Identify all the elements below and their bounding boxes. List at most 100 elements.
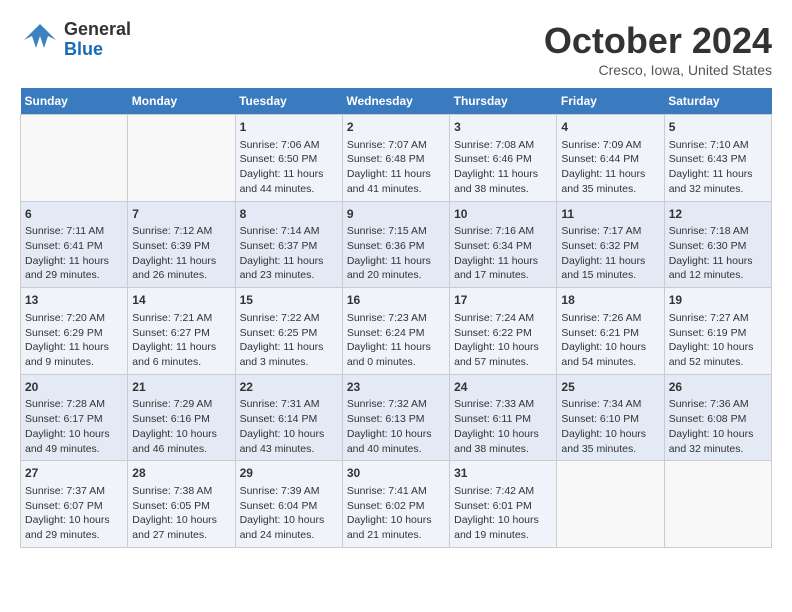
day-info: Sunrise: 7:34 AM Sunset: 6:10 PM Dayligh… <box>561 397 659 456</box>
title-block: October 2024 Cresco, Iowa, United States <box>544 20 772 78</box>
day-info: Sunrise: 7:28 AM Sunset: 6:17 PM Dayligh… <box>25 397 123 456</box>
day-number: 22 <box>240 379 338 396</box>
day-info: Sunrise: 7:17 AM Sunset: 6:32 PM Dayligh… <box>561 224 659 283</box>
day-number: 29 <box>240 465 338 482</box>
day-number: 13 <box>25 292 123 309</box>
day-number: 12 <box>669 206 767 223</box>
day-info: Sunrise: 7:09 AM Sunset: 6:44 PM Dayligh… <box>561 138 659 197</box>
calendar-day-empty <box>128 115 235 202</box>
day-info: Sunrise: 7:12 AM Sunset: 6:39 PM Dayligh… <box>132 224 230 283</box>
day-info: Sunrise: 7:37 AM Sunset: 6:07 PM Dayligh… <box>25 484 123 543</box>
day-number: 2 <box>347 119 445 136</box>
calendar-day-17: 17 Sunrise: 7:24 AM Sunset: 6:22 PM Dayli… <box>450 288 557 375</box>
day-number: 7 <box>132 206 230 223</box>
day-info: Sunrise: 7:36 AM Sunset: 6:08 PM Dayligh… <box>669 397 767 456</box>
day-info: Sunrise: 7:24 AM Sunset: 6:22 PM Dayligh… <box>454 311 552 370</box>
day-number: 1 <box>240 119 338 136</box>
calendar-day-3: 3 Sunrise: 7:08 AM Sunset: 6:46 PM Daylig… <box>450 115 557 202</box>
day-number: 14 <box>132 292 230 309</box>
calendar-day-26: 26Sunrise: 7:36 AM Sunset: 6:08 PM Dayli… <box>664 374 771 461</box>
calendar-day-11: 11Sunrise: 7:17 AM Sunset: 6:32 PM Dayli… <box>557 201 664 288</box>
day-number: 19 <box>669 292 767 309</box>
calendar-day-1: 1 Sunrise: 7:06 AM Sunset: 6:50 PM Daylig… <box>235 115 342 202</box>
day-number: 3 <box>454 119 552 136</box>
calendar-day-7: 7Sunrise: 7:12 AM Sunset: 6:39 PM Daylig… <box>128 201 235 288</box>
day-info: Sunrise: 7:39 AM Sunset: 6:04 PM Dayligh… <box>240 484 338 543</box>
day-number: 10 <box>454 206 552 223</box>
calendar-day-15: 15 Sunrise: 7:22 AM Sunset: 6:25 PM Dayli… <box>235 288 342 375</box>
day-number: 15 <box>240 292 338 309</box>
day-number: 26 <box>669 379 767 396</box>
day-info: Sunrise: 7:10 AM Sunset: 6:43 PM Dayligh… <box>669 138 767 197</box>
calendar-table: SundayMondayTuesdayWednesdayThursdayFrid… <box>20 88 772 548</box>
logo-bird-icon <box>20 20 60 60</box>
calendar-day-29: 29 Sunrise: 7:39 AM Sunset: 6:04 PM Dayli… <box>235 461 342 548</box>
calendar-week-row: 6Sunrise: 7:11 AM Sunset: 6:41 PM Daylig… <box>21 201 772 288</box>
calendar-day-10: 10Sunrise: 7:16 AM Sunset: 6:34 PM Dayli… <box>450 201 557 288</box>
logo-blue: Blue <box>64 40 131 60</box>
day-number: 21 <box>132 379 230 396</box>
day-info: Sunrise: 7:07 AM Sunset: 6:48 PM Dayligh… <box>347 138 445 197</box>
day-number: 27 <box>25 465 123 482</box>
day-info: Sunrise: 7:42 AM Sunset: 6:01 PM Dayligh… <box>454 484 552 543</box>
calendar-day-31: 31Sunrise: 7:42 AM Sunset: 6:01 PM Dayli… <box>450 461 557 548</box>
calendar-day-5: 5Sunrise: 7:10 AM Sunset: 6:43 PM Daylig… <box>664 115 771 202</box>
day-number: 30 <box>347 465 445 482</box>
calendar-day-12: 12Sunrise: 7:18 AM Sunset: 6:30 PM Dayli… <box>664 201 771 288</box>
day-number: 6 <box>25 206 123 223</box>
day-info: Sunrise: 7:18 AM Sunset: 6:30 PM Dayligh… <box>669 224 767 283</box>
calendar-day-23: 23Sunrise: 7:32 AM Sunset: 6:13 PM Dayli… <box>342 374 449 461</box>
logo: General Blue <box>20 20 131 60</box>
day-number: 11 <box>561 206 659 223</box>
calendar-day-14: 14Sunrise: 7:21 AM Sunset: 6:27 PM Dayli… <box>128 288 235 375</box>
day-info: Sunrise: 7:22 AM Sunset: 6:25 PM Dayligh… <box>240 311 338 370</box>
day-header-tuesday: Tuesday <box>235 88 342 115</box>
calendar-day-25: 25Sunrise: 7:34 AM Sunset: 6:10 PM Dayli… <box>557 374 664 461</box>
calendar-day-empty <box>664 461 771 548</box>
day-info: Sunrise: 7:23 AM Sunset: 6:24 PM Dayligh… <box>347 311 445 370</box>
calendar-day-30: 30Sunrise: 7:41 AM Sunset: 6:02 PM Dayli… <box>342 461 449 548</box>
logo-general: General <box>64 20 131 40</box>
day-info: Sunrise: 7:27 AM Sunset: 6:19 PM Dayligh… <box>669 311 767 370</box>
calendar-day-13: 13Sunrise: 7:20 AM Sunset: 6:29 PM Dayli… <box>21 288 128 375</box>
day-header-wednesday: Wednesday <box>342 88 449 115</box>
day-number: 4 <box>561 119 659 136</box>
day-info: Sunrise: 7:14 AM Sunset: 6:37 PM Dayligh… <box>240 224 338 283</box>
calendar-week-row: 27 Sunrise: 7:37 AM Sunset: 6:07 PM Dayli… <box>21 461 772 548</box>
day-number: 18 <box>561 292 659 309</box>
calendar-day-empty <box>557 461 664 548</box>
day-number: 9 <box>347 206 445 223</box>
day-number: 20 <box>25 379 123 396</box>
day-number: 24 <box>454 379 552 396</box>
calendar-day-27: 27 Sunrise: 7:37 AM Sunset: 6:07 PM Dayli… <box>21 461 128 548</box>
page-header: General Blue October 2024 Cresco, Iowa, … <box>20 20 772 78</box>
day-info: Sunrise: 7:29 AM Sunset: 6:16 PM Dayligh… <box>132 397 230 456</box>
calendar-day-8: 8Sunrise: 7:14 AM Sunset: 6:37 PM Daylig… <box>235 201 342 288</box>
calendar-day-4: 4 Sunrise: 7:09 AM Sunset: 6:44 PM Daylig… <box>557 115 664 202</box>
calendar-header-row: SundayMondayTuesdayWednesdayThursdayFrid… <box>21 88 772 115</box>
calendar-week-row: 13Sunrise: 7:20 AM Sunset: 6:29 PM Dayli… <box>21 288 772 375</box>
day-info: Sunrise: 7:32 AM Sunset: 6:13 PM Dayligh… <box>347 397 445 456</box>
calendar-day-empty <box>21 115 128 202</box>
day-info: Sunrise: 7:06 AM Sunset: 6:50 PM Dayligh… <box>240 138 338 197</box>
day-number: 16 <box>347 292 445 309</box>
calendar-day-16: 16 Sunrise: 7:23 AM Sunset: 6:24 PM Dayli… <box>342 288 449 375</box>
calendar-day-24: 24Sunrise: 7:33 AM Sunset: 6:11 PM Dayli… <box>450 374 557 461</box>
day-header-monday: Monday <box>128 88 235 115</box>
day-number: 28 <box>132 465 230 482</box>
calendar-week-row: 20Sunrise: 7:28 AM Sunset: 6:17 PM Dayli… <box>21 374 772 461</box>
day-number: 23 <box>347 379 445 396</box>
day-header-sunday: Sunday <box>21 88 128 115</box>
calendar-day-9: 9Sunrise: 7:15 AM Sunset: 6:36 PM Daylig… <box>342 201 449 288</box>
day-info: Sunrise: 7:33 AM Sunset: 6:11 PM Dayligh… <box>454 397 552 456</box>
day-info: Sunrise: 7:38 AM Sunset: 6:05 PM Dayligh… <box>132 484 230 543</box>
calendar-day-22: 22Sunrise: 7:31 AM Sunset: 6:14 PM Dayli… <box>235 374 342 461</box>
calendar-day-21: 21Sunrise: 7:29 AM Sunset: 6:16 PM Dayli… <box>128 374 235 461</box>
calendar-day-28: 28 Sunrise: 7:38 AM Sunset: 6:05 PM Dayli… <box>128 461 235 548</box>
logo-text: General Blue <box>64 20 131 60</box>
main-title: October 2024 <box>544 20 772 62</box>
subtitle: Cresco, Iowa, United States <box>544 62 772 78</box>
day-info: Sunrise: 7:08 AM Sunset: 6:46 PM Dayligh… <box>454 138 552 197</box>
day-number: 17 <box>454 292 552 309</box>
day-info: Sunrise: 7:31 AM Sunset: 6:14 PM Dayligh… <box>240 397 338 456</box>
